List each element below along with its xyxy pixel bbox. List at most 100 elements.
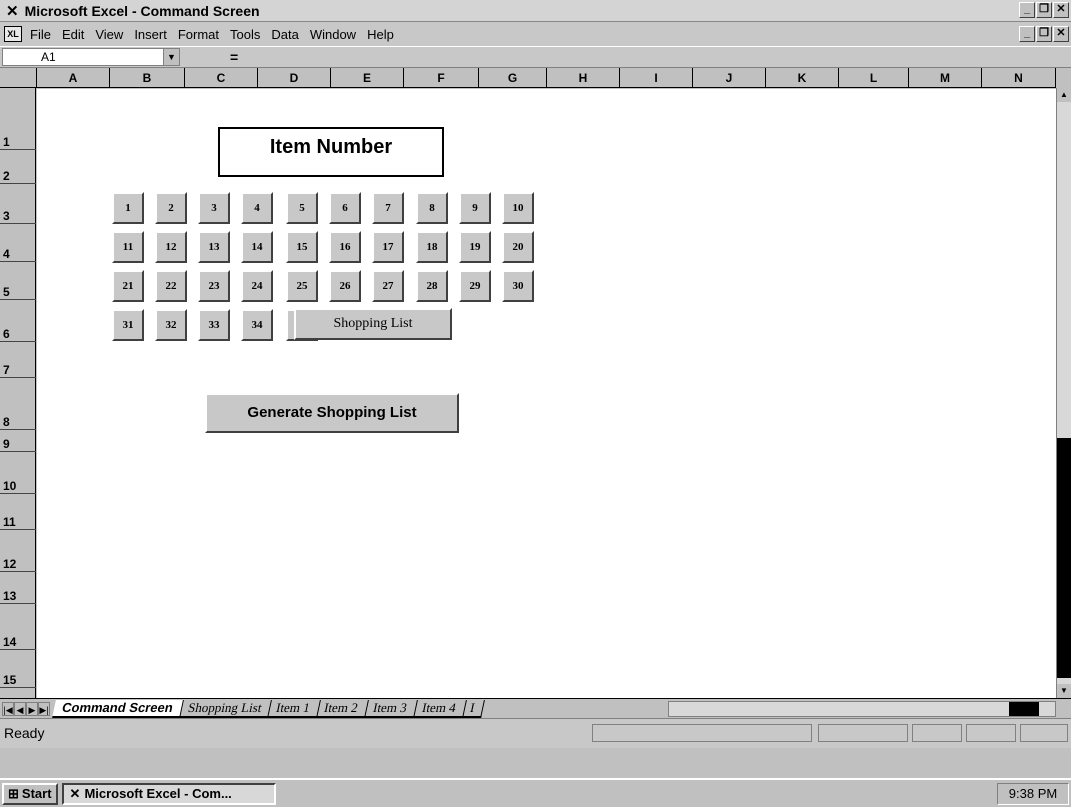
tab-item-2[interactable]: Item 2 [314, 699, 369, 718]
tab-item-1[interactable]: Item 1 [265, 699, 321, 718]
item-button[interactable]: 23 [198, 270, 230, 302]
next-sheet-icon[interactable]: ▶ [26, 701, 38, 716]
shopping-list-button[interactable]: Shopping List [294, 308, 452, 340]
row-header[interactable]: 8 [0, 378, 36, 430]
item-button[interactable]: 7 [372, 192, 404, 224]
row-header[interactable]: 5 [0, 262, 36, 300]
row-header[interactable]: 7 [0, 342, 36, 378]
column-header[interactable]: C [185, 68, 258, 88]
menu-tools[interactable]: Tools [230, 27, 260, 42]
item-button[interactable]: 2 [155, 192, 187, 224]
row-header[interactable]: 6 [0, 300, 36, 342]
horizontal-scrollbar[interactable] [668, 701, 1056, 717]
worksheet-grid[interactable]: Item Number 1 2 3 4 5 6 7 8 9 10 11 12 1… [37, 89, 1056, 698]
menu-file[interactable]: File [30, 27, 51, 42]
chevron-down-icon[interactable]: ▼ [163, 49, 179, 65]
menu-window[interactable]: Window [310, 27, 356, 42]
menu-insert[interactable]: Insert [134, 27, 167, 42]
item-button[interactable]: 19 [459, 231, 491, 263]
item-button[interactable]: 12 [155, 231, 187, 263]
scroll-up-icon[interactable]: ▲ [1057, 88, 1071, 102]
item-button[interactable]: 34 [241, 309, 273, 341]
vertical-scrollbar[interactable]: ▲ ▼ [1056, 88, 1071, 698]
item-button[interactable]: 26 [329, 270, 361, 302]
column-header[interactable]: D [258, 68, 331, 88]
row-header[interactable]: 15 [0, 650, 36, 688]
row-header[interactable]: 13 [0, 572, 36, 604]
select-all-corner[interactable] [0, 68, 37, 88]
item-button[interactable]: 30 [502, 270, 534, 302]
scroll-thumb[interactable] [1057, 438, 1071, 678]
column-header[interactable]: H [547, 68, 620, 88]
row-header[interactable]: 12 [0, 530, 36, 572]
prev-sheet-icon[interactable]: ◀ [14, 701, 26, 716]
menu-view[interactable]: View [95, 27, 123, 42]
item-button[interactable]: 33 [198, 309, 230, 341]
item-button[interactable]: 6 [329, 192, 361, 224]
tab-item-partial[interactable]: I [460, 699, 486, 718]
menu-format[interactable]: Format [178, 27, 219, 42]
item-button[interactable]: 24 [241, 270, 273, 302]
doc-close-button[interactable]: ✕ [1053, 26, 1069, 42]
first-sheet-icon[interactable]: |◀ [2, 701, 14, 716]
item-button[interactable]: 8 [416, 192, 448, 224]
item-button[interactable]: 31 [112, 309, 144, 341]
tab-item-3[interactable]: Item 3 [363, 699, 418, 718]
row-header[interactable]: 10 [0, 452, 36, 494]
column-header[interactable]: B [110, 68, 185, 88]
column-header[interactable]: L [839, 68, 909, 88]
column-header[interactable]: A [37, 68, 110, 88]
item-button[interactable]: 14 [241, 231, 273, 263]
item-button[interactable]: 32 [155, 309, 187, 341]
tab-item-4[interactable]: Item 4 [411, 699, 467, 718]
item-button[interactable]: 28 [416, 270, 448, 302]
name-box[interactable]: A1 ▼ [2, 48, 180, 66]
item-button[interactable]: 5 [286, 192, 318, 224]
item-button[interactable]: 9 [459, 192, 491, 224]
hscroll-thumb[interactable] [1009, 702, 1039, 716]
item-button[interactable]: 18 [416, 231, 448, 263]
item-button[interactable]: 25 [286, 270, 318, 302]
tab-shopping-list[interactable]: Shopping List [177, 699, 272, 718]
column-header[interactable]: K [766, 68, 839, 88]
menu-data[interactable]: Data [271, 27, 298, 42]
item-button[interactable]: 16 [329, 231, 361, 263]
row-header[interactable]: 9 [0, 430, 36, 452]
item-button[interactable]: 27 [372, 270, 404, 302]
formula-equals[interactable]: = [230, 49, 238, 65]
scroll-down-icon[interactable]: ▼ [1057, 684, 1071, 698]
column-header[interactable]: G [479, 68, 547, 88]
row-header[interactable]: 4 [0, 224, 36, 262]
item-button[interactable]: 1 [112, 192, 144, 224]
item-button[interactable]: 22 [155, 270, 187, 302]
item-button[interactable]: 3 [198, 192, 230, 224]
last-sheet-icon[interactable]: ▶| [38, 701, 50, 716]
column-header[interactable]: J [693, 68, 766, 88]
workbook-icon[interactable]: XL [4, 26, 22, 42]
doc-restore-button[interactable]: ❐ [1036, 26, 1052, 42]
close-button[interactable]: ✕ [1053, 2, 1069, 18]
generate-shopping-list-button[interactable]: Generate Shopping List [205, 393, 459, 433]
doc-minimize-button[interactable]: _ [1019, 26, 1035, 42]
row-header[interactable]: 2 [0, 150, 36, 184]
minimize-button[interactable]: _ [1019, 2, 1035, 18]
item-button[interactable]: 29 [459, 270, 491, 302]
menu-help[interactable]: Help [367, 27, 394, 42]
item-button[interactable]: 15 [286, 231, 318, 263]
item-button[interactable]: 13 [198, 231, 230, 263]
menu-edit[interactable]: Edit [62, 27, 84, 42]
item-button[interactable]: 20 [502, 231, 534, 263]
item-button[interactable]: 4 [241, 192, 273, 224]
column-header[interactable]: M [909, 68, 982, 88]
row-header[interactable]: 11 [0, 494, 36, 530]
row-header[interactable]: 14 [0, 604, 36, 650]
taskbar-excel-item[interactable]: ✕ Microsoft Excel - Com... [61, 782, 276, 805]
start-button[interactable]: ⊞ Start [2, 782, 58, 805]
item-button[interactable]: 10 [502, 192, 534, 224]
column-header[interactable]: I [620, 68, 693, 88]
item-button[interactable]: 17 [372, 231, 404, 263]
column-header[interactable]: N [982, 68, 1056, 88]
tab-command-screen[interactable]: Command Screen [52, 699, 184, 718]
maximize-button[interactable]: ❐ [1036, 2, 1052, 18]
column-header[interactable]: E [331, 68, 404, 88]
